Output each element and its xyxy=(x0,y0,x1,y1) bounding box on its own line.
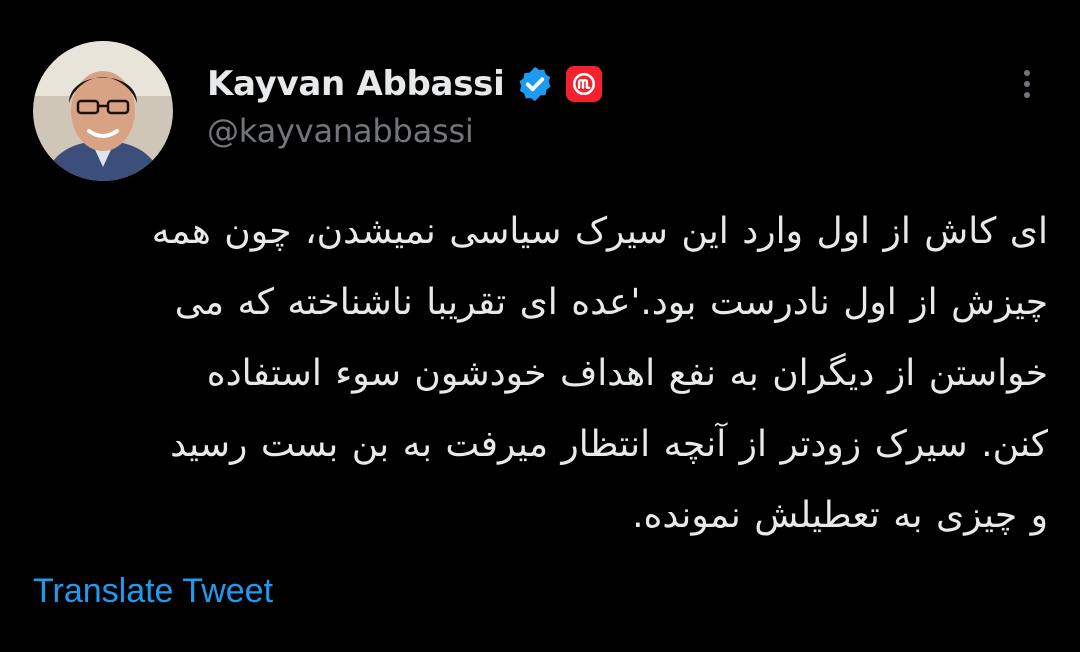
more-dot xyxy=(1024,70,1030,76)
affiliate-badge-icon[interactable] xyxy=(566,66,603,102)
author-display-name[interactable]: Kayvan Abbassi xyxy=(207,64,505,104)
author-name-row: Kayvan Abbassi xyxy=(207,60,603,108)
more-dot xyxy=(1024,92,1030,98)
tweet-text: ای کاش از اول وارد این سیرک سیاسی نمیشدن… xyxy=(33,196,1048,551)
tweet-line: ای کاش از اول وارد این سیرک سیاسی نمیشدن… xyxy=(151,211,1048,252)
avatar-image xyxy=(33,41,173,181)
tweet-line: کنن. سیرک زودتر از آنچه انتظار میرفت به … xyxy=(170,424,1048,465)
tweet-line: و چیزی به تعطیلش نمونده. xyxy=(632,495,1048,536)
more-icon[interactable] xyxy=(1012,64,1042,104)
author-handle[interactable]: @kayvanabbassi xyxy=(207,112,474,150)
affiliate-logo-icon xyxy=(573,72,596,96)
more-dot xyxy=(1024,81,1030,87)
verified-badge-icon xyxy=(519,66,551,102)
tweet-line: خواستن از دیگران به نفع اهداف خودشون سوء… xyxy=(206,353,1048,394)
tweet-line: چیزش از اول نادرست بود.'عده ای تقریبا نا… xyxy=(174,282,1048,323)
translate-tweet-link[interactable]: Translate Tweet xyxy=(33,572,273,611)
avatar[interactable] xyxy=(33,41,173,181)
